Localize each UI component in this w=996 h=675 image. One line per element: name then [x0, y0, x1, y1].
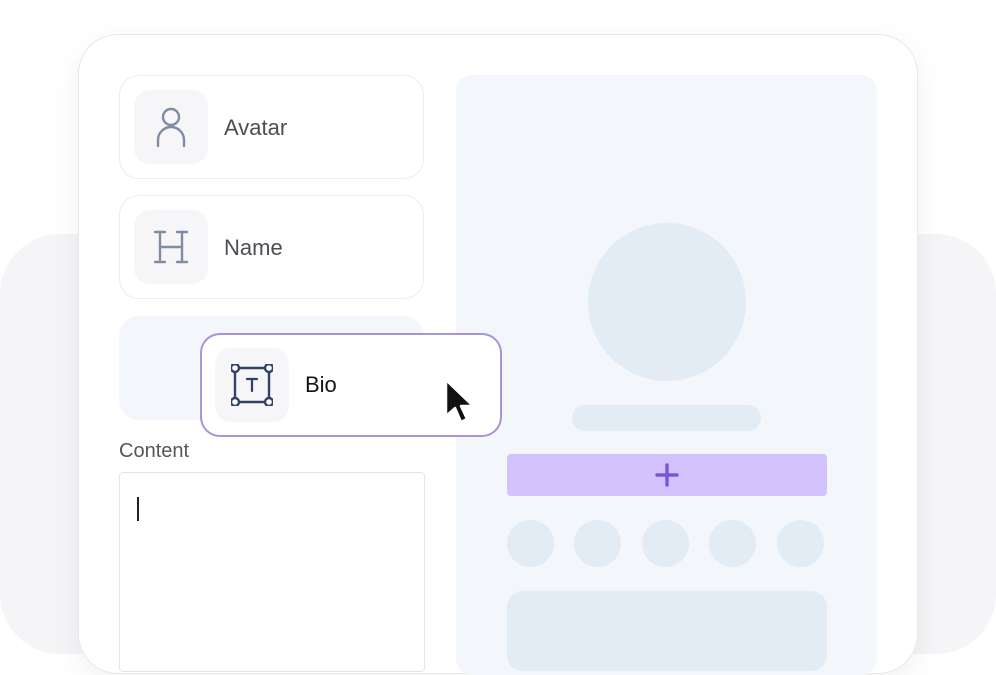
preview-social-placeholder: [507, 520, 554, 567]
preview-avatar-placeholder: [588, 223, 746, 381]
preview-social-placeholder: [777, 520, 824, 567]
component-card-avatar[interactable]: Avatar: [119, 75, 424, 179]
person-icon: [134, 90, 208, 164]
heading-icon: [134, 210, 208, 284]
component-label-bio: Bio: [305, 372, 337, 397]
preview-social-placeholder: [574, 520, 621, 567]
text-caret: [137, 497, 139, 521]
preview-social-placeholder: [642, 520, 689, 567]
component-label-avatar: Avatar: [224, 115, 288, 140]
preview-content-placeholder: [507, 591, 827, 671]
content-textarea[interactable]: [119, 472, 425, 672]
content-label: Content: [119, 440, 190, 462]
preview-social-placeholder: [709, 520, 756, 567]
preview-name-placeholder: [572, 405, 761, 431]
add-component-button[interactable]: [507, 454, 827, 496]
component-card-name[interactable]: Name: [119, 195, 424, 299]
mouse-pointer-icon: [444, 378, 475, 424]
text-box-icon: [215, 348, 289, 422]
plus-icon: [655, 463, 679, 487]
component-label-name: Name: [224, 235, 283, 260]
